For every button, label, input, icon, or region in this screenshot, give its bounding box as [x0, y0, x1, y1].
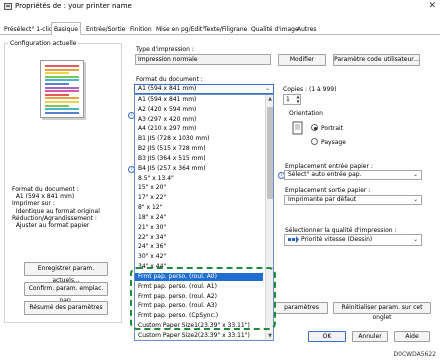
output-tray-select[interactable]: Imprimante par défaut ⌄ [284, 195, 422, 205]
portrait-page-icon [292, 121, 303, 135]
chevron-down-icon: ⌄ [412, 236, 418, 243]
dropdown-option[interactable]: Frmt pap. perso. (roul. A1) [135, 283, 263, 291]
dropdown-option[interactable]: 8.5" x 13.4" [135, 175, 263, 183]
info-icon: i [128, 112, 135, 119]
dropdown-option[interactable]: Frmt pap. perso. (roul. A0) [135, 272, 263, 282]
current-config-label: Configuration actuelle [8, 40, 79, 47]
tab-finishing[interactable]: Finition [128, 24, 154, 35]
scroll-up-icon[interactable]: ▲ [266, 95, 273, 103]
preview-line [45, 79, 79, 82]
landscape-label: Paysage [321, 139, 346, 146]
help-button[interactable]: Aide [394, 331, 430, 342]
dropdown-option[interactable]: B1 JIS (728 x 1030 mm) [135, 135, 263, 143]
scroll-down-icon[interactable]: ▼ [266, 332, 273, 340]
tab-layout-edit[interactable]: Mise en pg/Edit° [154, 24, 207, 35]
config-summary: Format du document : A1 (594 x 841 mm) I… [12, 186, 100, 230]
confirm-tray-settings-button[interactable]: Confirm. param. emplac. pap. [24, 282, 108, 304]
preview-line [45, 90, 79, 93]
page-preview [40, 60, 84, 118]
preview-line [45, 108, 79, 111]
dropdown-option[interactable]: B4 JIS (257 x 364 mm) [135, 165, 263, 173]
dropdown-option[interactable]: 15" x 20" [135, 184, 263, 192]
dropdown-option[interactable]: 17" x 22" [135, 194, 263, 202]
dropdown-option[interactable]: 8" x 12" [135, 204, 263, 212]
dropdown-scrollbar[interactable]: ▲ ▼ [265, 95, 273, 340]
preview-line [45, 97, 79, 100]
tab-preselect-1-click[interactable]: Présélect° 1-clic [2, 24, 54, 35]
tab-strip: Présélect° 1-clic Basique Entrée/Sortie … [0, 22, 440, 35]
dropdown-option[interactable]: 34" x 44" [135, 263, 263, 271]
dropdown-option[interactable]: Frmt pap. perso. (CpSync.) [135, 312, 263, 320]
dropdown-option[interactable]: 21" x 30" [135, 224, 263, 232]
printer-properties-dialog: Propriétés de : your printer name ✕ Prés… [0, 0, 440, 348]
output-tray-label: Emplacement sortie papier : [285, 187, 371, 194]
dropdown-option[interactable]: A4 (210 x 297 mm) [135, 125, 263, 133]
landscape-radio[interactable] [311, 138, 318, 145]
params-button[interactable]: paramètres [276, 302, 328, 314]
input-tray-select[interactable]: Sélect° auto entrée pap. ⌄ [284, 170, 422, 180]
preview-line [45, 65, 79, 67]
doc-format-label: Format du document : [136, 76, 203, 83]
preview-line [45, 100, 79, 103]
orientation-label: Orientation [289, 110, 323, 117]
chevron-down-icon: ⌄ [412, 171, 418, 178]
quality-speed-icon [288, 236, 299, 243]
preview-line [45, 93, 69, 96]
scroll-thumb[interactable] [267, 107, 273, 199]
dropdown-option[interactable]: Custom Paper Size2(23.39" x 33.11") [135, 332, 263, 340]
modify-button[interactable]: Modifier [278, 54, 326, 66]
close-icon[interactable]: ✕ [428, 1, 436, 11]
tab-image-quality[interactable]: Qualité d'image [249, 24, 301, 35]
quality-select[interactable]: Priorité vitesse (Dessin) ⌄ [284, 234, 422, 246]
tab-others[interactable]: Autres [295, 24, 318, 35]
dropdown-option[interactable]: Custom Paper Size1(23.39" x 33.11") [135, 322, 263, 330]
dropdown-option[interactable]: 18" x 24" [135, 214, 263, 222]
dropdown-option[interactable]: B2 JIS (515 x 728 mm) [135, 145, 263, 153]
ok-button[interactable]: OK [308, 331, 346, 342]
portrait-radio[interactable] [311, 124, 318, 131]
reset-tab-button[interactable]: Réinitialiser param. sur cet onglet [333, 302, 431, 321]
settings-summary-button[interactable]: Résumé des paramètres [24, 301, 108, 315]
dropdown-option[interactable]: 30" x 42" [135, 253, 263, 261]
chevron-down-icon: ⌄ [412, 196, 418, 203]
window-title: Propriétés de : your printer name [15, 2, 132, 10]
copies-label: Copies : (1 à 999) [283, 86, 337, 93]
doc-format-select[interactable]: A1 (594 x 841 mm) ⌄ [134, 84, 274, 94]
dropdown-option[interactable]: 22" x 34" [135, 234, 263, 242]
preview-line [45, 82, 69, 85]
user-code-button[interactable]: Paramètre code utilisateur... [333, 54, 420, 66]
preview-line [45, 111, 79, 114]
save-settings-button[interactable]: Enregistrer param. actuels... [24, 262, 108, 284]
dropdown-option[interactable]: A1 (594 x 841 mm) [135, 96, 263, 104]
preview-line [45, 72, 69, 75]
dropdown-option[interactable]: A2 (420 x 594 mm) [135, 106, 263, 114]
document-id: D0CWDA5622 [393, 351, 436, 358]
print-type-label: Type d'impression : [136, 46, 194, 53]
tab-basic[interactable]: Basique [51, 22, 81, 35]
preview-line [45, 68, 79, 71]
dropdown-option[interactable]: A3 (297 x 420 mm) [135, 116, 263, 124]
printer-icon [4, 3, 12, 10]
quality-label: Sélectionner la qualité d'impression : [285, 227, 397, 234]
input-tray-label: Emplacement entrée papier : [285, 163, 373, 170]
preview-line [45, 86, 79, 89]
portrait-label: Portrait [321, 125, 344, 132]
dropdown-option[interactable]: 24" x 36" [135, 243, 263, 251]
chevron-down-icon: ⌄ [264, 85, 270, 92]
spin-arrows-icon[interactable]: ▲ ▼ [295, 94, 301, 105]
dropdown-option[interactable]: B3 JIS (364 x 515 mm) [135, 155, 263, 163]
tab-input-output[interactable]: Entrée/Sortie [84, 24, 127, 35]
print-type-field[interactable]: Impression normale [135, 54, 271, 65]
tab-text-watermark[interactable]: Texte/Filigrane [202, 24, 249, 35]
preview-line [45, 75, 79, 78]
preview-line [45, 104, 69, 107]
title-bar: Propriétés de : your printer name ✕ [0, 0, 440, 14]
dropdown-option[interactable]: Frmt pap. perso. (roul. A3) [135, 302, 263, 310]
info-icon: i [128, 166, 135, 173]
cancel-button[interactable]: Annuler [352, 331, 388, 342]
doc-format-dropdown-list[interactable]: A1 (594 x 841 mm) A2 (420 x 594 mm) A3 (29… [134, 94, 274, 341]
dropdown-option[interactable]: Frmt pap. perso. (roul. A2) [135, 293, 263, 301]
